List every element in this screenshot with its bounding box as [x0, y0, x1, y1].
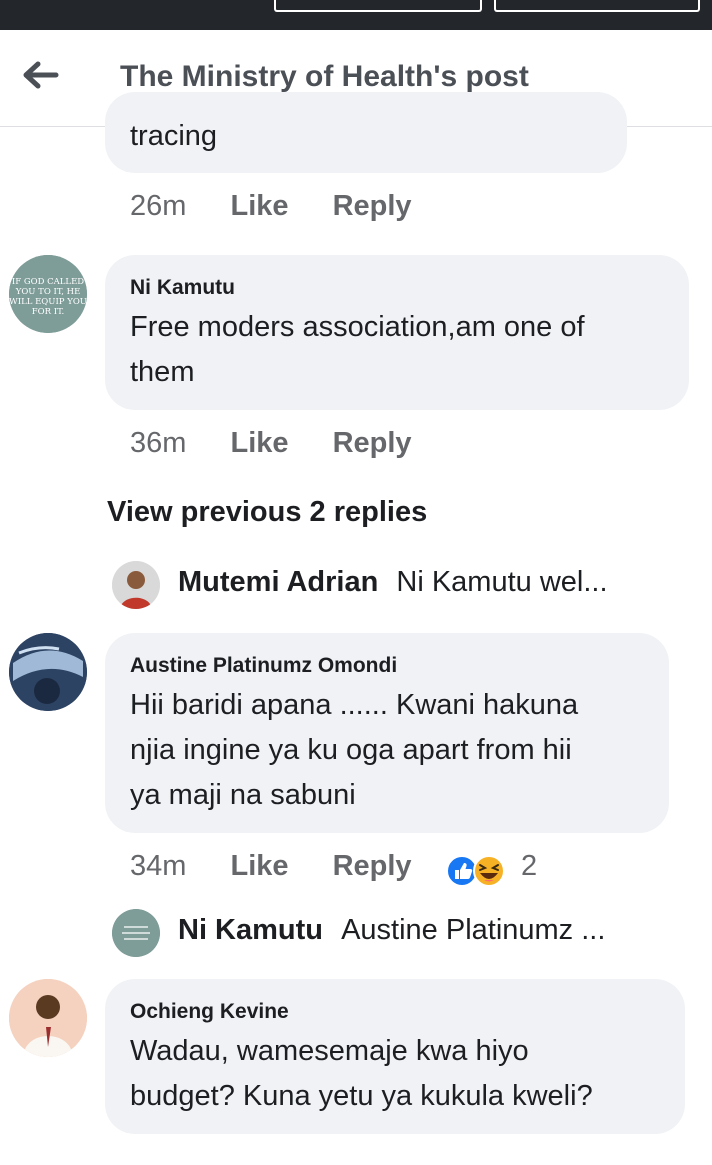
car-interior-avatar-image — [9, 633, 87, 711]
avatar[interactable] — [112, 909, 160, 957]
reaction-count: 2 — [521, 850, 538, 882]
page-title: The Ministry of Health's post — [120, 60, 529, 93]
comment-text-line: them — [130, 356, 195, 388]
svg-text:WILL EQUIP YOU: WILL EQUIP YOU — [9, 297, 87, 307]
avatar[interactable]: IF GOD CALLED YOU TO IT, HE WILL EQUIP Y… — [9, 255, 87, 333]
comment-text-line: budget? Kuna yetu ya kukula kweli? — [130, 1080, 593, 1112]
svg-text:IF GOD CALLED: IF GOD CALLED — [12, 277, 84, 287]
like-button[interactable]: Like — [230, 190, 288, 222]
reply-button[interactable]: Reply — [333, 190, 412, 222]
avatar[interactable] — [9, 979, 87, 1057]
reply-preview[interactable]: Mutemi Adrian Ni Kamutu wel... — [178, 566, 608, 599]
reply-snippet: Ni Kamutu wel... — [396, 566, 608, 598]
comment-author[interactable]: Ni Kamutu — [130, 276, 235, 300]
comment-text-line: ya maji na sabuni — [130, 779, 356, 811]
comment-time: 36m — [130, 427, 187, 459]
comment-text-line: Free moders association,am one of — [130, 311, 585, 343]
status-indicator — [274, 0, 482, 12]
quote-avatar-image — [112, 909, 160, 957]
like-button[interactable]: Like — [230, 850, 288, 882]
comment-time: 26m — [130, 190, 187, 222]
reply-snippet: Austine Platinumz ... — [341, 914, 606, 946]
avatar[interactable] — [9, 633, 87, 711]
reply-author: Ni Kamutu — [178, 914, 323, 946]
reply-author: Mutemi Adrian — [178, 566, 379, 598]
status-indicator — [494, 0, 700, 12]
person-avatar-image — [9, 979, 87, 1057]
view-previous-replies-link[interactable]: View previous 2 replies — [107, 496, 427, 529]
comment-text: Hii baridi apana ...... Kwani hakuna nji… — [130, 683, 578, 818]
like-button[interactable]: Like — [230, 427, 288, 459]
comment-meta: 34m Like Reply — [130, 850, 412, 883]
comment-author[interactable]: Austine Platinumz Omondi — [130, 654, 397, 678]
comment-text-line: Wadau, wamesemaje kwa hiyo — [130, 1035, 529, 1067]
comment-text: Wadau, wamesemaje kwa hiyo budget? Kuna … — [130, 1029, 593, 1119]
comment-text-line: njia ingine ya ku oga apart from hii — [130, 734, 572, 766]
comment-text: Free moders association,am one of them — [130, 305, 585, 395]
reply-button[interactable]: Reply — [333, 850, 412, 882]
status-bar — [0, 0, 712, 30]
svg-text:YOU TO IT, HE: YOU TO IT, HE — [15, 287, 81, 297]
svg-text:FOR IT.: FOR IT. — [32, 307, 64, 317]
reply-button[interactable]: Reply — [333, 427, 412, 459]
quote-avatar-image: IF GOD CALLED YOU TO IT, HE WILL EQUIP Y… — [9, 255, 87, 333]
comment-meta: 26m Like Reply — [130, 190, 412, 223]
comment-author[interactable]: Ochieng Kevine — [130, 1000, 289, 1024]
comment-meta: 36m Like Reply — [130, 427, 412, 460]
reply-preview[interactable]: Ni Kamutu Austine Platinumz ... — [178, 914, 605, 947]
person-avatar-image — [112, 561, 160, 609]
comment-text: tracing — [130, 120, 218, 152]
reactions[interactable]: 2 — [445, 850, 565, 888]
avatar[interactable] — [112, 561, 160, 609]
haha-reaction-icon — [473, 855, 505, 887]
back-arrow-icon — [23, 61, 59, 89]
back-button[interactable] — [20, 60, 60, 90]
comment-time: 34m — [130, 850, 187, 882]
comment-text-line: Hii baridi apana ...... Kwani hakuna — [130, 689, 579, 721]
